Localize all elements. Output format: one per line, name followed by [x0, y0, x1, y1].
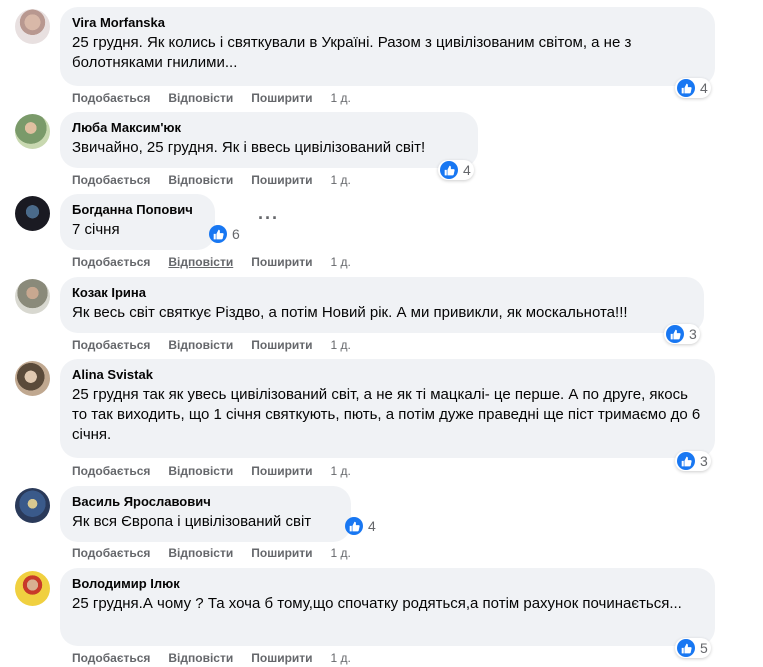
- comment-time[interactable]: 1 д.: [331, 463, 351, 479]
- like-button[interactable]: Подобається: [72, 545, 150, 561]
- reply-button[interactable]: Відповісти: [168, 254, 233, 270]
- reaction-number: 5: [700, 640, 708, 656]
- comment-author[interactable]: Alina Svistak: [72, 367, 703, 383]
- comment-time[interactable]: 1 д.: [331, 172, 351, 188]
- comment-bubble: Козак Ірина Як весь світ святкує Різдво,…: [60, 277, 704, 333]
- avatar[interactable]: [15, 571, 50, 606]
- like-icon: [345, 517, 363, 535]
- reaction-number: 3: [700, 453, 708, 469]
- reply-button[interactable]: Відповісти: [168, 545, 233, 561]
- reaction-number: 4: [463, 162, 471, 178]
- like-icon: [677, 452, 695, 470]
- comment-author[interactable]: Козак Ірина: [72, 285, 692, 301]
- comment-text: 25 грудня. Як колись і святкували в Укра…: [72, 34, 632, 71]
- share-button[interactable]: Поширити: [251, 90, 312, 106]
- reaction-number: 4: [700, 80, 708, 96]
- reaction-count[interactable]: 4: [343, 516, 379, 536]
- comment-time[interactable]: 1 д.: [331, 254, 351, 270]
- like-button[interactable]: Подобається: [72, 172, 150, 188]
- share-button[interactable]: Поширити: [251, 172, 312, 188]
- comment-bubble: Володимир Ілюк 25 грудня.А чому ? Та хоч…: [60, 568, 715, 646]
- reaction-number: 3: [689, 326, 697, 342]
- reaction-count[interactable]: 5: [675, 638, 711, 658]
- comment-bubble: Vira Morfanska 25 грудня. Як колись і св…: [60, 7, 715, 86]
- reaction-count[interactable]: 4: [438, 160, 474, 180]
- avatar[interactable]: [15, 279, 50, 314]
- comment-time[interactable]: 1 д.: [331, 90, 351, 106]
- comment-text: 25 грудня так як увесь цивілізований сві…: [72, 386, 701, 443]
- avatar[interactable]: [15, 9, 50, 44]
- comment-bubble: Богданна Попович 7 січня: [60, 194, 215, 250]
- comment-actions: Подобається Відповісти Поширити 1 д.: [72, 463, 369, 479]
- comment-actions: Подобається Відповісти Поширити 1 д.: [72, 90, 369, 106]
- reaction-count[interactable]: 4: [675, 78, 711, 98]
- reaction-count[interactable]: 3: [664, 324, 700, 344]
- share-button[interactable]: Поширити: [251, 337, 312, 353]
- avatar[interactable]: [15, 361, 50, 396]
- comment-author[interactable]: Василь Ярославович: [72, 494, 339, 510]
- like-button[interactable]: Подобається: [72, 337, 150, 353]
- reaction-number: 4: [368, 518, 376, 534]
- comment-author[interactable]: Богданна Попович: [72, 202, 203, 218]
- avatar[interactable]: [15, 488, 50, 523]
- reply-button[interactable]: Відповісти: [168, 337, 233, 353]
- comment-time[interactable]: 1 д.: [331, 650, 351, 666]
- comment-actions: Подобається Відповісти Поширити 1 д.: [72, 650, 369, 666]
- comment-actions: Подобається Відповісти Поширити 1 д.: [72, 545, 369, 561]
- avatar[interactable]: [15, 196, 50, 231]
- like-button[interactable]: Подобається: [72, 650, 150, 666]
- like-icon: [677, 79, 695, 97]
- reaction-count[interactable]: 6: [207, 224, 243, 244]
- reply-button[interactable]: Відповісти: [168, 90, 233, 106]
- share-button[interactable]: Поширити: [251, 254, 312, 270]
- comment-text: 7 січня: [72, 221, 120, 238]
- like-icon: [666, 325, 684, 343]
- share-button[interactable]: Поширити: [251, 650, 312, 666]
- comment-author[interactable]: Люба Максим'юк: [72, 120, 466, 136]
- like-icon: [677, 639, 695, 657]
- comment-actions: Подобається Відповісти Поширити 1 д.: [72, 254, 369, 270]
- reply-button[interactable]: Відповісти: [168, 650, 233, 666]
- avatar[interactable]: [15, 114, 50, 149]
- comment-time[interactable]: 1 д.: [331, 545, 351, 561]
- comment-time[interactable]: 1 д.: [331, 337, 351, 353]
- comment-bubble: Alina Svistak 25 грудня так як увесь цив…: [60, 359, 715, 458]
- reaction-count[interactable]: 3: [675, 451, 711, 471]
- reply-button[interactable]: Відповісти: [168, 172, 233, 188]
- like-button[interactable]: Подобається: [72, 254, 150, 270]
- comment-bubble: Люба Максим'юк Звичайно, 25 грудня. Як і…: [60, 112, 478, 168]
- comment-actions: Подобається Відповісти Поширити 1 д.: [72, 172, 369, 188]
- more-options-icon[interactable]: ···: [258, 208, 279, 229]
- comment-author[interactable]: Vira Morfanska: [72, 15, 703, 31]
- comment-text: Як вся Європа і цивілізований світ: [72, 513, 312, 530]
- comment-actions: Подобається Відповісти Поширити 1 д.: [72, 337, 369, 353]
- share-button[interactable]: Поширити: [251, 463, 312, 479]
- like-icon: [209, 225, 227, 243]
- like-icon: [440, 161, 458, 179]
- comment-text: Звичайно, 25 грудня. Як і ввесь цивілізо…: [72, 139, 426, 156]
- like-button[interactable]: Подобається: [72, 90, 150, 106]
- reaction-number: 6: [232, 226, 240, 242]
- reply-button[interactable]: Відповісти: [168, 463, 233, 479]
- like-button[interactable]: Подобається: [72, 463, 150, 479]
- comment-text: 25 грудня.А чому ? Та хоча б тому,що спо…: [72, 595, 682, 612]
- share-button[interactable]: Поширити: [251, 545, 312, 561]
- comment-bubble: Василь Ярославович Як вся Європа і цивіл…: [60, 486, 351, 542]
- comment-author[interactable]: Володимир Ілюк: [72, 576, 703, 592]
- comment-text: Як весь світ святкує Різдво, а потім Нов…: [72, 304, 628, 321]
